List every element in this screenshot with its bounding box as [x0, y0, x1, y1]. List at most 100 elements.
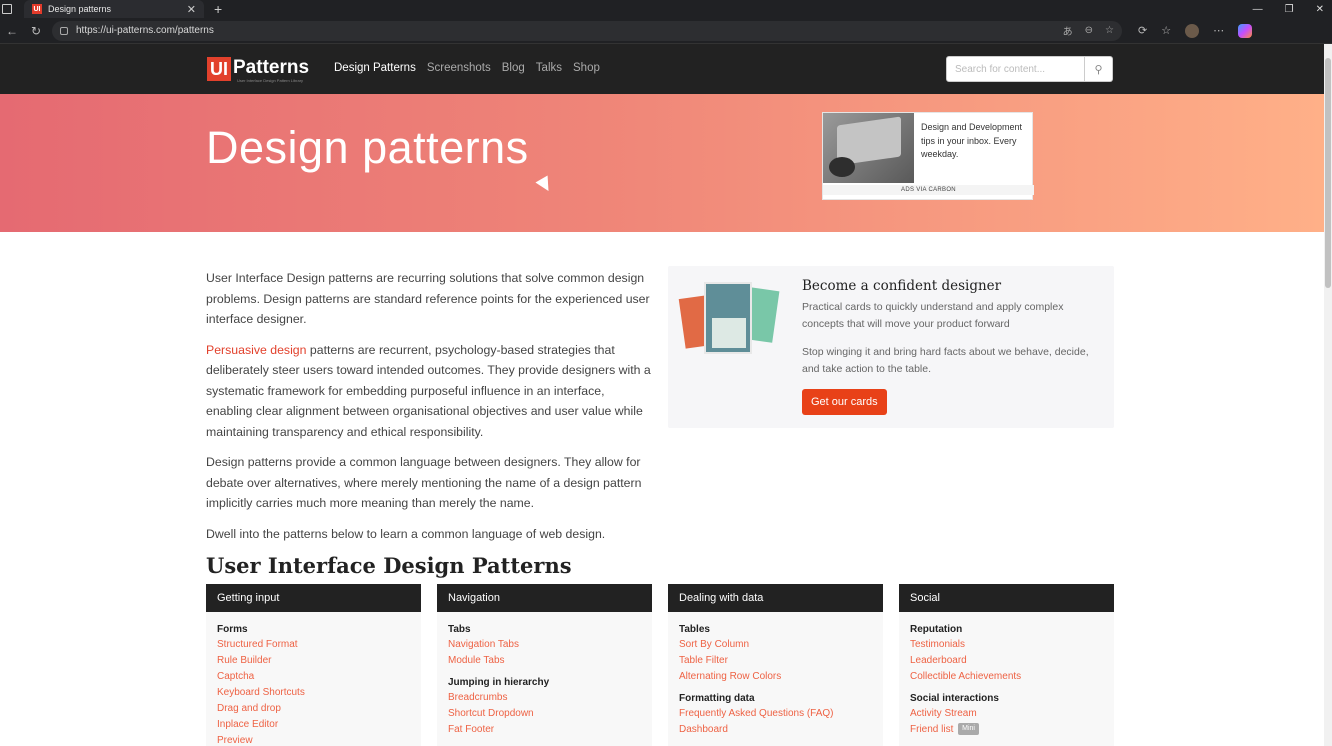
logo-tagline: User Interface Design Pattern Library: [237, 78, 304, 83]
group-title: Tabs: [448, 624, 471, 635]
refresh-icon[interactable]: ↻: [24, 24, 48, 38]
url-text[interactable]: https://ui-patterns.com/patterns: [76, 25, 1051, 36]
site-header: UI Patterns User Interface Design Patter…: [0, 44, 1324, 94]
reader-icon[interactable]: ⊖: [1085, 25, 1093, 36]
pattern-link[interactable]: Rule Builder: [217, 653, 410, 669]
mouse-cursor-icon: [535, 175, 555, 195]
mini-badge: Mini: [958, 723, 979, 736]
category-title[interactable]: Getting input: [206, 584, 421, 612]
close-window-icon[interactable]: ✕: [1316, 4, 1324, 15]
extensions-icon[interactable]: ⟳: [1138, 24, 1147, 37]
get-cards-button[interactable]: Get our cards: [802, 389, 887, 415]
category-social: Social Reputation Testimonials Leaderboa…: [899, 584, 1114, 746]
pattern-link[interactable]: Alternating Row Colors: [679, 669, 872, 685]
search-input[interactable]: [946, 56, 1085, 82]
pattern-link[interactable]: Dashboard: [679, 722, 872, 738]
pattern-link[interactable]: Shortcut Dropdown: [448, 706, 641, 722]
restore-icon[interactable]: ❐: [1285, 4, 1294, 15]
site-info-icon[interactable]: [60, 26, 68, 35]
pattern-link[interactable]: Structured Format: [217, 637, 410, 653]
earbuds-image: [829, 157, 855, 177]
favorites-icon[interactable]: ☆: [1161, 24, 1171, 37]
tab-actions-icon[interactable]: [2, 4, 12, 14]
browser-tab-bar: UI Design patterns ✕ + — ❐ ✕: [0, 0, 1332, 18]
scroll-thumb[interactable]: [1325, 58, 1331, 288]
cards-image: [678, 278, 786, 360]
pattern-link[interactable]: Testimonials: [910, 637, 1103, 653]
translate-icon[interactable]: あ: [1063, 23, 1073, 38]
browser-tab[interactable]: UI Design patterns ✕: [24, 0, 204, 18]
favorite-star-icon[interactable]: ☆: [1105, 25, 1114, 36]
category-getting-input: Getting input Forms Structured Format Ru…: [206, 584, 421, 746]
cards-promo: Become a confident designer Practical ca…: [668, 266, 1114, 428]
more-menu-icon[interactable]: ⋯: [1213, 24, 1224, 37]
pattern-link[interactable]: Frequently Asked Questions (FAQ): [679, 706, 872, 722]
promo-title: Become a confident designer: [802, 278, 1002, 294]
category-title[interactable]: Dealing with data: [668, 584, 883, 612]
ad-via-carbon[interactable]: ADS VIA CARBON: [823, 185, 1034, 195]
logo-patterns: Patterns: [233, 57, 310, 78]
pattern-link[interactable]: Leaderboard: [910, 653, 1103, 669]
pattern-link[interactable]: Captcha: [217, 669, 410, 685]
pattern-link[interactable]: Preview: [217, 733, 410, 746]
pattern-link[interactable]: Navigation Tabs: [448, 637, 641, 653]
hero-banner: Design patterns Design and Development t…: [0, 94, 1324, 232]
profile-avatar[interactable]: [1185, 23, 1200, 38]
back-icon[interactable]: ←: [0, 24, 24, 38]
nav-blog[interactable]: Blog: [502, 62, 525, 74]
group-title: Forms: [217, 624, 248, 635]
intro-paragraph-2: Persuasive design patterns are recurrent…: [206, 340, 652, 443]
pattern-link[interactable]: Fat Footer: [448, 722, 641, 738]
new-tab-icon[interactable]: +: [214, 1, 222, 17]
carbon-ad[interactable]: Design and Development tips in your inbo…: [822, 112, 1034, 200]
section-title: User Interface Design Patterns: [206, 553, 572, 578]
pattern-link[interactable]: Inplace Editor: [217, 717, 410, 733]
address-bar-row: ← ↻ https://ui-patterns.com/patterns あ ⊖…: [0, 18, 1332, 44]
group-title: Reputation: [910, 624, 963, 635]
minimize-icon[interactable]: —: [1253, 4, 1263, 15]
group-title: Formatting data: [679, 693, 755, 704]
nav-screenshots[interactable]: Screenshots: [427, 62, 491, 74]
promo-description: Practical cards to quickly understand an…: [802, 301, 1064, 330]
pattern-link[interactable]: Drag and drop: [217, 701, 410, 717]
ad-image[interactable]: [823, 113, 914, 183]
ad-text[interactable]: Design and Development tips in your inbo…: [921, 121, 1029, 162]
intro-paragraph-3: Design patterns provide a common languag…: [206, 455, 642, 510]
intro-text: User Interface Design patterns are recur…: [206, 268, 652, 554]
copilot-icon[interactable]: [1238, 23, 1253, 38]
category-title[interactable]: Navigation: [437, 584, 652, 612]
close-tab-icon[interactable]: ✕: [187, 3, 196, 16]
category-dealing-with-data: Dealing with data Tables Sort By Column …: [668, 584, 883, 746]
category-navigation: Navigation Tabs Navigation Tabs Module T…: [437, 584, 652, 746]
url-field[interactable]: https://ui-patterns.com/patterns あ ⊖ ☆: [52, 20, 1122, 41]
page-title: Design patterns: [206, 122, 529, 173]
search-icon[interactable]: ⚲: [1085, 56, 1113, 82]
pattern-link[interactable]: Table Filter: [679, 653, 872, 669]
pattern-link[interactable]: Breadcrumbs: [448, 690, 641, 706]
nav-talks[interactable]: Talks: [536, 62, 562, 74]
site-logo[interactable]: UI Patterns User Interface Design Patter…: [207, 57, 310, 83]
group-title: Jumping in hierarchy: [448, 677, 550, 688]
pattern-link[interactable]: Collectible Achievements: [910, 669, 1103, 685]
logo-ui: UI: [207, 57, 231, 81]
group-title: Tables: [679, 624, 710, 635]
pattern-link-with-badge: Friend list Mini: [910, 722, 1103, 738]
nav-design-patterns[interactable]: Design Patterns: [334, 62, 416, 74]
pattern-link[interactable]: Keyboard Shortcuts: [217, 685, 410, 701]
pattern-link[interactable]: Activity Stream: [910, 706, 1103, 722]
nav-shop[interactable]: Shop: [573, 62, 600, 74]
main-nav: Design Patterns Screenshots Blog Talks S…: [334, 62, 600, 74]
persuasive-design-link[interactable]: Persuasive design: [206, 343, 306, 357]
promo-description-2: Stop winging it and bring hard facts abo…: [802, 346, 1089, 375]
tab-title: Design patterns: [48, 4, 112, 14]
card-image-front: [712, 318, 746, 348]
pattern-link[interactable]: Module Tabs: [448, 653, 641, 669]
pattern-link[interactable]: Sort By Column: [679, 637, 872, 653]
category-title[interactable]: Social: [899, 584, 1114, 612]
intro-paragraph-1: User Interface Design patterns are recur…: [206, 271, 650, 326]
intro-paragraph-4: Dwell into the patterns below to learn a…: [206, 526, 606, 541]
favicon-icon: UI: [32, 4, 42, 14]
window-controls: — ❐ ✕: [1253, 4, 1324, 15]
page-scrollbar[interactable]: [1324, 44, 1332, 746]
pattern-link[interactable]: Friend list: [910, 724, 953, 735]
